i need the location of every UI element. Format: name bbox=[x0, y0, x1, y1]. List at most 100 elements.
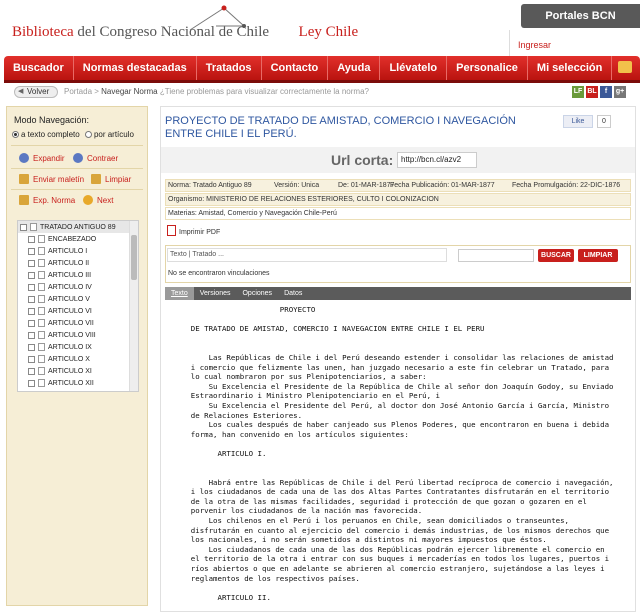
tree-item[interactable]: ARTICULO I bbox=[18, 245, 138, 257]
portales-bcn-button[interactable]: Portales BCN bbox=[521, 4, 640, 28]
nav-contacto[interactable]: Contacto bbox=[262, 56, 329, 80]
document-icon bbox=[38, 295, 45, 303]
document-title: PROYECTO DE TRATADO DE AMISTAD, COMERCIO… bbox=[165, 115, 516, 140]
document-icon bbox=[38, 343, 45, 351]
tree-item[interactable]: ARTICULO XI bbox=[18, 365, 138, 377]
share-lf-icon[interactable]: LF bbox=[572, 86, 584, 98]
nav-normas-destacadas[interactable]: Normas destacadas bbox=[74, 56, 197, 80]
social-share-bar: LF BL f g+ bbox=[572, 86, 626, 98]
tree-checkbox[interactable] bbox=[28, 343, 35, 351]
metadata-organismo: Organismo: MINISTERIO DE RELACIONES ESTE… bbox=[165, 193, 631, 206]
breadcrumb-portada[interactable]: Portada bbox=[64, 87, 92, 96]
tree-checkbox[interactable] bbox=[28, 379, 35, 387]
like-count: 0 bbox=[597, 115, 611, 128]
display-problem-link[interactable]: ¿Tiene problemas para visualizar correct… bbox=[158, 87, 369, 96]
print-pdf-link[interactable]: Imprimir PDF bbox=[167, 225, 220, 236]
tree-checkbox[interactable] bbox=[28, 247, 35, 255]
tree-checkbox[interactable] bbox=[28, 367, 35, 375]
document-icon bbox=[38, 331, 45, 339]
send-briefcase-button[interactable]: Enviar maletín bbox=[19, 174, 84, 184]
tree-checkbox[interactable] bbox=[20, 223, 27, 231]
document-icon bbox=[38, 271, 45, 279]
tree-item[interactable]: ARTICULO II bbox=[18, 257, 138, 269]
breadcrumb-trail: Portada > Navegar Norma ¿Tiene problemas… bbox=[64, 87, 369, 96]
export-norma-button[interactable]: Exp. Norma bbox=[19, 195, 75, 205]
meta-organismo: Organismo: MINISTERIO DE RELACIONES ESTE… bbox=[168, 196, 439, 203]
login-box: Ingresar bbox=[509, 30, 640, 56]
nav-ayuda[interactable]: Ayuda bbox=[328, 56, 381, 80]
tree-item[interactable]: ENCABEZADO bbox=[18, 233, 138, 245]
main-nav: Buscador Normas destacadas Tratados Cont… bbox=[4, 56, 640, 80]
tree-item[interactable]: ARTICULO III bbox=[18, 269, 138, 281]
tree-checkbox[interactable] bbox=[28, 271, 35, 279]
clear-search-button[interactable]: LIMPIAR bbox=[578, 249, 618, 262]
document-tabs: Texto Versiones Opciones Datos bbox=[165, 287, 631, 300]
tab-opciones[interactable]: Opciones bbox=[236, 287, 278, 300]
tree-item-label: ARTICULO VIII bbox=[48, 331, 96, 339]
tab-datos[interactable]: Datos bbox=[278, 287, 308, 300]
tree-item[interactable]: ARTICULO V bbox=[18, 293, 138, 305]
nav-tratados[interactable]: Tratados bbox=[197, 56, 262, 80]
tree-item-label: ARTICULO XI bbox=[48, 367, 92, 375]
facebook-icon[interactable]: f bbox=[600, 86, 612, 98]
document-icon bbox=[38, 283, 45, 291]
tree-item[interactable]: ARTICULO VII bbox=[18, 317, 138, 329]
tree-scrollbar[interactable] bbox=[129, 221, 138, 391]
expand-button[interactable]: Expandir bbox=[19, 153, 65, 163]
tree-checkbox[interactable] bbox=[28, 283, 35, 291]
document-icon bbox=[38, 319, 45, 327]
no-links-message: No se encontraron vinculaciones bbox=[168, 270, 270, 277]
tree-checkbox[interactable] bbox=[28, 355, 35, 363]
meta-fecha-publicacion: Fecha Publicación: 01-MAR-1877 bbox=[390, 182, 495, 189]
tree-item[interactable]: ARTICULO XIII bbox=[18, 389, 138, 393]
tree-checkbox[interactable] bbox=[28, 319, 35, 327]
meta-norma: Norma: Tratado Antiguo 89 bbox=[168, 182, 252, 189]
breadcrumb-navegar-norma: Navegar Norma bbox=[101, 87, 158, 96]
tree-checkbox[interactable] bbox=[28, 259, 35, 267]
tree-checkbox[interactable] bbox=[28, 392, 35, 393]
tree-item-label: ARTICULO IX bbox=[48, 343, 92, 351]
tree-item[interactable]: ARTICULO X bbox=[18, 353, 138, 365]
back-button[interactable]: Volver bbox=[14, 86, 58, 98]
search-input[interactable]: Texto | Tratado ... bbox=[167, 248, 447, 262]
search-secondary-field[interactable] bbox=[458, 249, 534, 262]
next-button[interactable]: Next bbox=[83, 195, 113, 205]
tree-root-item[interactable]: TRATADO ANTIGUO 89 bbox=[18, 221, 138, 233]
folder-icon[interactable] bbox=[618, 61, 632, 73]
short-url-row: Url corta: http://bcn.cl/azv2 bbox=[161, 147, 635, 173]
login-link[interactable]: Ingresar bbox=[518, 40, 551, 50]
search-button[interactable]: BUSCAR bbox=[538, 249, 574, 262]
collapse-button[interactable]: Contraer bbox=[73, 153, 118, 163]
tab-versiones[interactable]: Versiones bbox=[194, 287, 237, 300]
send-briefcase-label: Enviar maletín bbox=[33, 175, 85, 184]
meta-de: De: 01-MAR-1877 bbox=[338, 182, 395, 189]
nav-mi-seleccion[interactable]: Mi selección bbox=[528, 56, 613, 80]
tree-checkbox[interactable] bbox=[28, 307, 35, 315]
google-plus-icon[interactable]: g+ bbox=[614, 86, 626, 98]
tree-item-label: ARTICULO XIII bbox=[48, 392, 96, 393]
tree-item[interactable]: ARTICULO XII bbox=[18, 377, 138, 389]
tree-checkbox[interactable] bbox=[28, 331, 35, 339]
facebook-like-button[interactable]: Like bbox=[563, 115, 593, 128]
breadcrumb: Volver Portada > Navegar Norma ¿Tiene pr… bbox=[0, 84, 640, 100]
radio-full-text[interactable] bbox=[12, 131, 19, 138]
tree-item[interactable]: ARTICULO IV bbox=[18, 281, 138, 293]
nav-buscador[interactable]: Buscador bbox=[4, 56, 74, 80]
divider bbox=[11, 145, 143, 146]
nav-personalice[interactable]: Personalice bbox=[447, 56, 528, 80]
short-url-field[interactable]: http://bcn.cl/azv2 bbox=[397, 152, 477, 168]
share-bl-icon[interactable]: BL bbox=[586, 86, 598, 98]
tree-checkbox[interactable] bbox=[28, 295, 35, 303]
document-icon bbox=[30, 223, 37, 231]
tree-item[interactable]: ARTICULO VIII bbox=[18, 329, 138, 341]
tree-item[interactable]: ARTICULO IX bbox=[18, 341, 138, 353]
tree-item-label: ARTICULO VI bbox=[48, 307, 92, 315]
radio-by-article[interactable] bbox=[84, 131, 92, 138]
clear-button[interactable]: Limpiar bbox=[91, 174, 131, 184]
tree-item[interactable]: ARTICULO VI bbox=[18, 305, 138, 317]
tab-texto[interactable]: Texto bbox=[165, 287, 194, 300]
tree-checkbox[interactable] bbox=[28, 235, 35, 243]
search-box: Texto | Tratado ... BUSCAR LIMPIAR No se… bbox=[165, 245, 631, 283]
nav-llevatelo[interactable]: Llévatelo bbox=[380, 56, 448, 80]
tree-scroll-thumb[interactable] bbox=[131, 235, 137, 280]
